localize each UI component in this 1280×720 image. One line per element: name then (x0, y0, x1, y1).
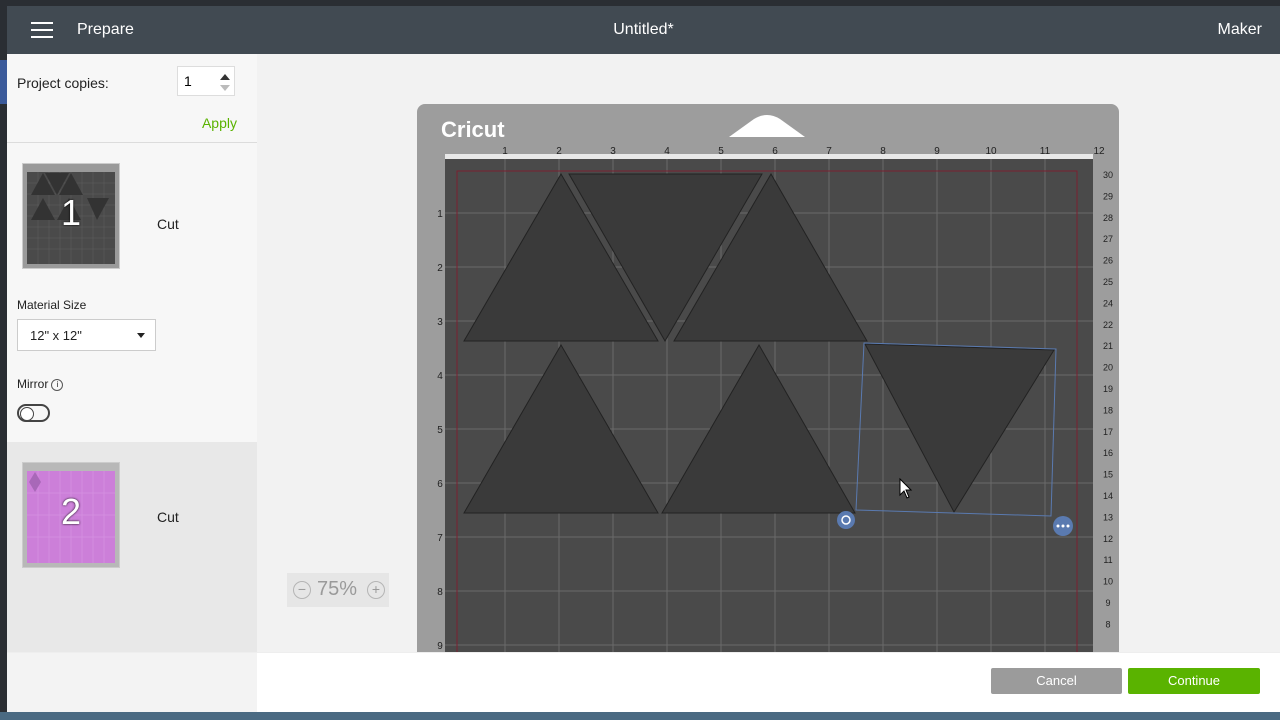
project-copies-stepper (177, 66, 235, 96)
mat-2-action: Cut (157, 509, 179, 525)
cutting-mat[interactable]: Cricut 1 2 3 4 5 6 7 8 9 10 11 12 123456789 3029282… (257, 54, 1280, 652)
machine-selector[interactable]: Maker (1218, 21, 1262, 39)
ruler-tick-label: 3 (437, 317, 443, 328)
apply-button[interactable]: Apply (202, 115, 237, 131)
mirror-label: Mirror i (17, 377, 64, 391)
ruler-tick-label: 27 (1103, 234, 1113, 244)
material-size-select[interactable]: 12" x 12" (17, 319, 156, 351)
zoom-in-button[interactable]: + (367, 581, 385, 599)
window-edge (0, 60, 7, 104)
ruler-tick-label: 9 (437, 641, 443, 652)
ruler-tick-label: 25 (1103, 277, 1113, 287)
ruler-tick-label: 29 (1103, 191, 1113, 201)
mat-number: 1 (60, 192, 82, 233)
more-icon[interactable] (1053, 516, 1073, 536)
mat-number: 2 (60, 491, 82, 532)
ruler-tick-label: 13 (1103, 512, 1113, 522)
ruler-tick-label: 5 (718, 146, 724, 157)
ruler-tick-label: 7 (437, 533, 443, 544)
ruler-tick-label: 14 (1103, 491, 1113, 501)
mat-sidebar: Project copies: Apply (7, 54, 258, 652)
footer-bar: Cancel Continue (7, 652, 1280, 712)
ruler-tick-label: 11 (1103, 555, 1112, 565)
ruler-tick-label: 2 (437, 263, 443, 274)
taskbar (0, 712, 1280, 720)
project-copies-input[interactable] (182, 72, 220, 90)
ruler-tick-label: 22 (1103, 320, 1113, 330)
decrement-icon[interactable] (220, 85, 230, 91)
ruler-tick-label: 7 (826, 146, 832, 157)
ruler-tick-label: 24 (1103, 298, 1113, 308)
ruler-tick-label: 4 (664, 146, 670, 157)
ruler-tick-label: 1 (437, 209, 443, 220)
info-icon[interactable]: i (51, 378, 64, 391)
ruler-tick-label: 6 (772, 146, 778, 157)
ruler-tick-label: 20 (1103, 363, 1113, 373)
ruler-tick-label: 12 (1093, 146, 1105, 157)
ruler-tick-label: 17 (1103, 427, 1113, 437)
mirror-toggle[interactable] (17, 404, 50, 422)
chevron-down-icon (137, 333, 145, 338)
ruler-tick-label: 19 (1103, 384, 1113, 394)
zoom-out-button[interactable]: − (293, 581, 311, 599)
ruler-tick-label: 21 (1103, 341, 1113, 351)
ruler-tick-label: 28 (1103, 213, 1113, 223)
ruler-tick-label: 6 (437, 479, 443, 490)
footer-sidebar-area (7, 653, 257, 712)
mat-2-thumbnail[interactable]: 2 (22, 462, 120, 568)
ruler-tick-label: 10 (985, 146, 997, 157)
ruler-tick-label: 9 (1105, 598, 1110, 608)
ruler-tick-label: 1 (502, 146, 508, 157)
mat-preview-canvas[interactable]: Cricut 1 2 3 4 5 6 7 8 9 10 11 12 123456789 30 29 28 2… (257, 54, 1280, 652)
continue-button[interactable]: Continue (1128, 668, 1260, 694)
app-window: Prepare Untitled* Maker Project copies: … (7, 6, 1280, 712)
ruler-tick-label: 8 (1105, 619, 1110, 629)
project-copies-label: Project copies: (17, 75, 109, 91)
ruler-tick-label: 3 (610, 146, 616, 157)
ruler-tick-label: 10 (1103, 577, 1113, 587)
ruler-tick-label: 2 (556, 146, 562, 157)
material-size-value: 12" x 12" (30, 328, 82, 343)
ruler-tick-label: 5 (437, 425, 443, 436)
ruler-tick-label: 26 (1103, 256, 1113, 266)
mat-1-action: Cut (157, 216, 179, 232)
ruler-tick-label: 4 (437, 371, 443, 382)
top-bar: Prepare Untitled* Maker (7, 6, 1280, 54)
ruler-tick-label: 9 (934, 146, 940, 157)
ruler-tick-label: 11 (1040, 146, 1051, 157)
project-title: Untitled* (613, 21, 674, 38)
ruler-tick-label: 8 (437, 587, 443, 598)
cancel-button[interactable]: Cancel (991, 668, 1122, 694)
cricut-logo: Cricut (441, 117, 505, 142)
ruler-tick-label: 18 (1103, 405, 1113, 415)
ruler-tick-label: 12 (1103, 534, 1113, 544)
divider (7, 142, 257, 143)
ruler-tick-label: 8 (880, 146, 886, 157)
ruler-tick-label: 30 (1103, 170, 1113, 180)
ruler-tick-label: 16 (1103, 448, 1113, 458)
mat-2-row[interactable]: 2 Cut (7, 442, 257, 652)
increment-icon[interactable] (220, 74, 230, 80)
material-size-label: Material Size (17, 298, 87, 312)
mirror-text: Mirror (17, 377, 49, 391)
zoom-level: 75% (317, 578, 358, 600)
zoom-control: − 75% + (287, 573, 389, 607)
ruler-tick-label: 15 (1103, 470, 1113, 480)
mat-1-thumbnail[interactable]: 1 (22, 163, 120, 269)
toggle-knob (20, 407, 34, 421)
rotate-icon[interactable] (837, 511, 855, 529)
